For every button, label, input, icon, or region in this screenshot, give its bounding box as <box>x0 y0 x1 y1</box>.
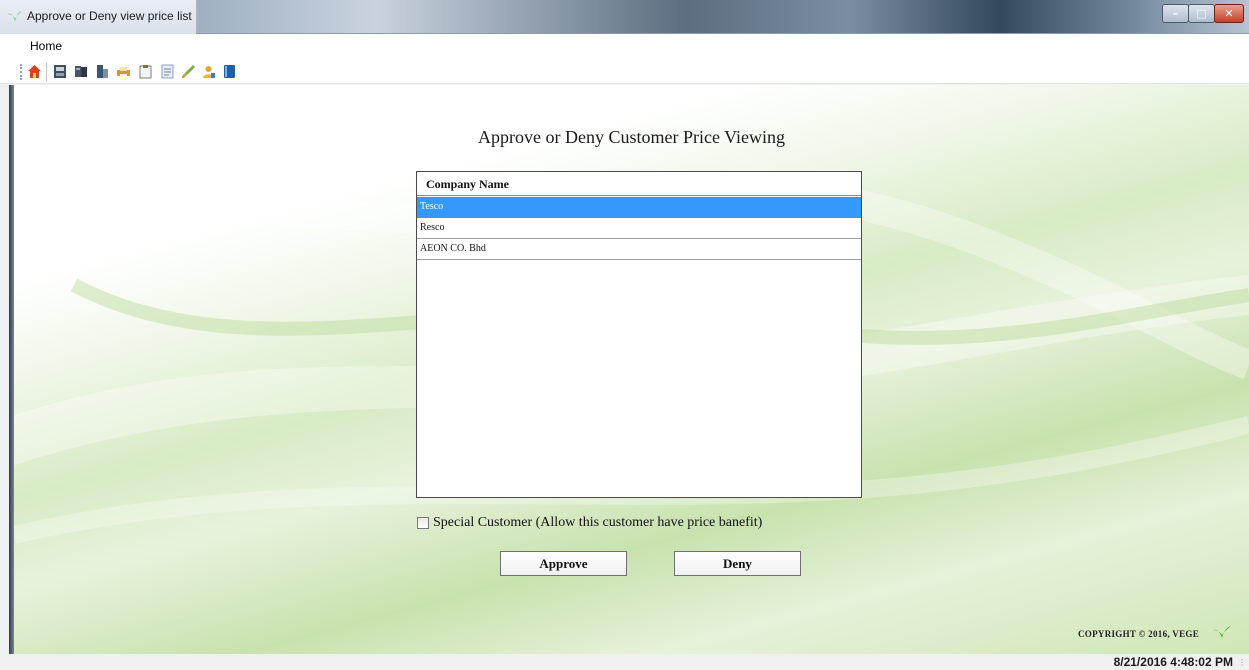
book-blue-icon[interactable] <box>222 64 237 79</box>
leaf-logo-icon <box>1213 626 1231 638</box>
company-list[interactable]: Company Name Tesco Resco AEON CO. Bhd <box>416 171 862 498</box>
page-title: Approve or Deny Customer Price Viewing <box>477 127 786 147</box>
toolbar-grip[interactable] <box>20 64 22 80</box>
toolbar-separator <box>46 63 47 81</box>
window-title: Approve or Deny view price list <box>27 9 192 23</box>
users-icon[interactable] <box>201 64 216 79</box>
maximize-icon: □ <box>1196 7 1207 20</box>
app-window: Approve or Deny view price list – □ ✕ Ho… <box>0 0 1249 670</box>
resize-grip-icon[interactable]: ⋮ <box>1238 658 1246 667</box>
list-row[interactable]: AEON CO. Bhd <box>417 239 861 260</box>
minimize-button[interactable]: – <box>1162 4 1189 23</box>
menu-bar: Home <box>0 34 1249 60</box>
menu-item-home[interactable]: Home <box>30 39 62 53</box>
list-row[interactable]: Resco <box>417 218 861 239</box>
list-row[interactable]: Tesco <box>417 197 861 218</box>
home-icon[interactable] <box>27 64 42 79</box>
toolbar <box>0 60 1249 84</box>
report-icon[interactable] <box>53 64 68 79</box>
column-header-company-name[interactable]: Company Name <box>417 172 861 196</box>
copyright-text: COPYRIGHT © 2016, VEGE <box>1078 629 1200 639</box>
leaf-app-icon <box>8 11 22 21</box>
books-icon[interactable] <box>74 64 89 79</box>
close-button[interactable]: ✕ <box>1214 4 1244 23</box>
status-datetime: 8/21/2016 4:48:02 PM <box>1113 655 1233 669</box>
clipboard-icon[interactable] <box>138 64 153 79</box>
printer-icon[interactable] <box>116 64 131 79</box>
status-bar: 8/21/2016 4:48:02 PM ⋮ <box>0 654 1249 670</box>
brush-icon[interactable] <box>181 64 196 79</box>
document-icon[interactable] <box>160 64 175 79</box>
title-bar[interactable]: Approve or Deny view price list – □ ✕ <box>0 0 1249 34</box>
approve-button[interactable]: Approve <box>500 551 627 576</box>
checkbox-box[interactable] <box>417 517 429 529</box>
close-icon: ✕ <box>1224 7 1234 20</box>
special-customer-label[interactable]: Special Customer (Allow this customer ha… <box>433 515 762 531</box>
deny-button[interactable]: Deny <box>674 551 801 576</box>
minimize-icon: – <box>1172 7 1179 20</box>
main-panel: Approve or Deny Customer Price Viewing C… <box>14 85 1249 654</box>
maximize-button[interactable]: □ <box>1188 4 1215 23</box>
book-icon[interactable] <box>95 64 110 79</box>
